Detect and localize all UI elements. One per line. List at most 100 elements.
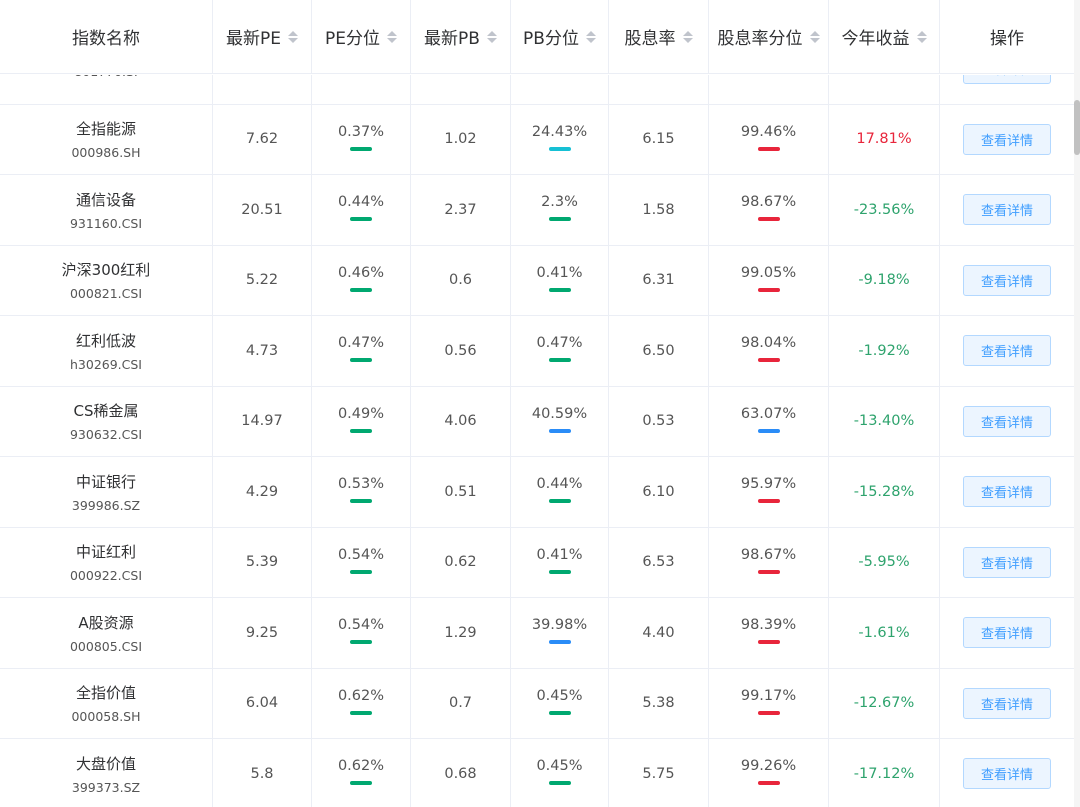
pb-value: 1.29 bbox=[444, 624, 477, 641]
pb-cell: 0.6 bbox=[411, 245, 511, 315]
index-name-cell: 中证银行 399986.SZ bbox=[0, 457, 213, 527]
pb-percentile-cell: 0.41% bbox=[511, 527, 609, 597]
pe-percentile-value: 0.54% bbox=[337, 546, 385, 563]
pe-cell: 6.04 bbox=[213, 668, 312, 738]
pb-percentile-value: 0.41% bbox=[536, 546, 583, 563]
header-pb-percentile[interactable]: PB分位 bbox=[511, 0, 609, 73]
ytd-return-cell bbox=[829, 75, 940, 104]
header-label: 股息率分位 bbox=[717, 29, 803, 49]
pe-cell: 5.8 bbox=[213, 739, 312, 807]
ytd-return-cell: -23.56% bbox=[829, 175, 940, 245]
index-name: A股资源 bbox=[78, 613, 134, 632]
pe-cell: 9.25 bbox=[213, 598, 312, 668]
pb-percentile-cell: 0.45% bbox=[511, 739, 609, 807]
view-details-button[interactable]: 查看详情 bbox=[963, 194, 1051, 226]
dividend-yield-value: 0.53 bbox=[642, 413, 675, 430]
view-details-button[interactable]: 查看详情 bbox=[963, 546, 1051, 578]
view-details-button[interactable]: 查看详情 bbox=[963, 335, 1051, 367]
index-code: 801770.SI bbox=[74, 75, 137, 79]
index-code: h30269.CSI bbox=[69, 356, 142, 372]
pe-percentile-bar bbox=[350, 569, 372, 574]
header-label: PE分位 bbox=[325, 29, 380, 49]
pe-percentile-bar bbox=[350, 358, 372, 363]
dividend-percentile-bar bbox=[757, 358, 780, 363]
pe-percentile-value: 0.53% bbox=[337, 476, 385, 493]
pb-percentile-value: 0.45% bbox=[536, 758, 583, 775]
dividend-percentile-value: 98.04% bbox=[740, 335, 797, 352]
index-name: 全指能源 bbox=[75, 120, 136, 139]
pe-percentile-cell: 0.44% bbox=[312, 175, 411, 245]
view-details-button[interactable]: 查看详情 bbox=[963, 123, 1051, 155]
pb-percentile-cell: 24.43% bbox=[511, 104, 609, 174]
dividend-yield-cell: 6.31 bbox=[609, 245, 709, 315]
view-details-button[interactable]: 查看详情 bbox=[963, 617, 1051, 649]
dividend-percentile-bar bbox=[757, 781, 780, 786]
ytd-return-value: -17.12% bbox=[853, 765, 915, 782]
index-code: 399373.SZ bbox=[71, 779, 141, 795]
dividend-yield-value: 5.75 bbox=[642, 765, 675, 782]
header-latest-pb[interactable]: 最新PB bbox=[411, 0, 511, 73]
pb-value: 2.37 bbox=[444, 201, 477, 218]
pb-percentile-value: 2.3% bbox=[541, 194, 578, 211]
pe-percentile-value: 0.62% bbox=[337, 687, 385, 704]
ytd-return-cell: -13.40% bbox=[829, 386, 940, 456]
pb-cell: 0.7 bbox=[411, 668, 511, 738]
pb-percentile-bar bbox=[548, 428, 571, 433]
sort-icon[interactable] bbox=[288, 30, 298, 43]
action-cell: 查看详情 bbox=[940, 246, 1074, 316]
view-details-button[interactable]: 查看详情 bbox=[963, 264, 1051, 296]
pb-cell: 1.29 bbox=[411, 598, 511, 668]
pb-value: 4.06 bbox=[444, 413, 477, 430]
pb-percentile-value: 40.59% bbox=[531, 405, 588, 422]
sort-icon[interactable] bbox=[682, 30, 693, 43]
scrollbar-thumb[interactable] bbox=[1074, 100, 1080, 155]
ytd-return-cell: -5.95% bbox=[829, 527, 940, 597]
view-details-button[interactable]: 查看详情 bbox=[963, 476, 1051, 508]
sort-icon[interactable] bbox=[486, 30, 497, 43]
view-details-button[interactable]: 查看详情 bbox=[963, 758, 1051, 790]
sort-icon[interactable] bbox=[809, 30, 820, 43]
dividend-percentile-bar bbox=[757, 640, 780, 645]
dividend-percentile-bar bbox=[757, 428, 780, 433]
index-code: 000922.CSI bbox=[69, 568, 143, 584]
action-cell: 查看详情 bbox=[940, 105, 1074, 175]
view-details-button[interactable]: 查看详情 bbox=[963, 75, 1051, 85]
dividend-percentile-bar bbox=[757, 710, 780, 715]
dividend-yield-cell: 1.58 bbox=[609, 175, 709, 245]
pe-value: 4.29 bbox=[245, 483, 279, 500]
pe-percentile-cell: 0.49% bbox=[312, 386, 411, 456]
header-label: 今年收益 bbox=[841, 29, 910, 49]
header-dividend-percentile[interactable]: 股息率分位 bbox=[709, 0, 829, 73]
dividend-percentile-bar bbox=[757, 287, 780, 292]
table-body[interactable]: 801770.SI查看详情全指能源000986.SH7.620.37%1.022… bbox=[0, 75, 1074, 807]
index-valuation-table: 指数名称 最新PE PE分位 最新PB PB分位 股息率 股息率分位 今年收益 … bbox=[0, 0, 1074, 74]
view-details-button[interactable]: 查看详情 bbox=[963, 405, 1051, 437]
sort-icon[interactable] bbox=[387, 30, 397, 43]
sort-icon[interactable] bbox=[916, 30, 927, 43]
pb-percentile-bar bbox=[548, 146, 571, 151]
header-label: 最新PE bbox=[226, 29, 281, 49]
pb-value: 0.51 bbox=[444, 483, 477, 500]
sort-icon[interactable] bbox=[585, 30, 596, 43]
header-label: PB分位 bbox=[523, 29, 579, 49]
pb-value: 0.7 bbox=[448, 695, 473, 712]
ytd-return-value: -15.28% bbox=[853, 483, 915, 500]
header-ytd-return[interactable]: 今年收益 bbox=[829, 0, 940, 73]
pb-cell: 1.02 bbox=[411, 104, 511, 174]
pb-percentile-value: 0.44% bbox=[536, 476, 583, 493]
header-latest-pe[interactable]: 最新PE bbox=[213, 0, 312, 73]
pb-percentile-cell: 0.41% bbox=[511, 245, 609, 315]
index-name: 大盘价值 bbox=[75, 754, 136, 773]
dividend-yield-cell: 6.15 bbox=[609, 104, 709, 174]
pe-percentile-value: 0.46% bbox=[337, 264, 385, 281]
dividend-percentile-cell: 99.26% bbox=[709, 739, 829, 807]
index-code: 000058.SH bbox=[71, 709, 141, 725]
header-dividend-yield[interactable]: 股息率 bbox=[609, 0, 709, 73]
pb-percentile-cell: 0.45% bbox=[511, 668, 609, 738]
view-details-button[interactable]: 查看详情 bbox=[963, 687, 1051, 719]
dividend-percentile-cell: 99.46% bbox=[709, 104, 829, 174]
pb-cell: 4.06 bbox=[411, 386, 511, 456]
index-name: 中证红利 bbox=[75, 543, 136, 562]
pe-percentile-cell: 0.62% bbox=[312, 668, 411, 738]
header-pe-percentile[interactable]: PE分位 bbox=[312, 0, 411, 73]
